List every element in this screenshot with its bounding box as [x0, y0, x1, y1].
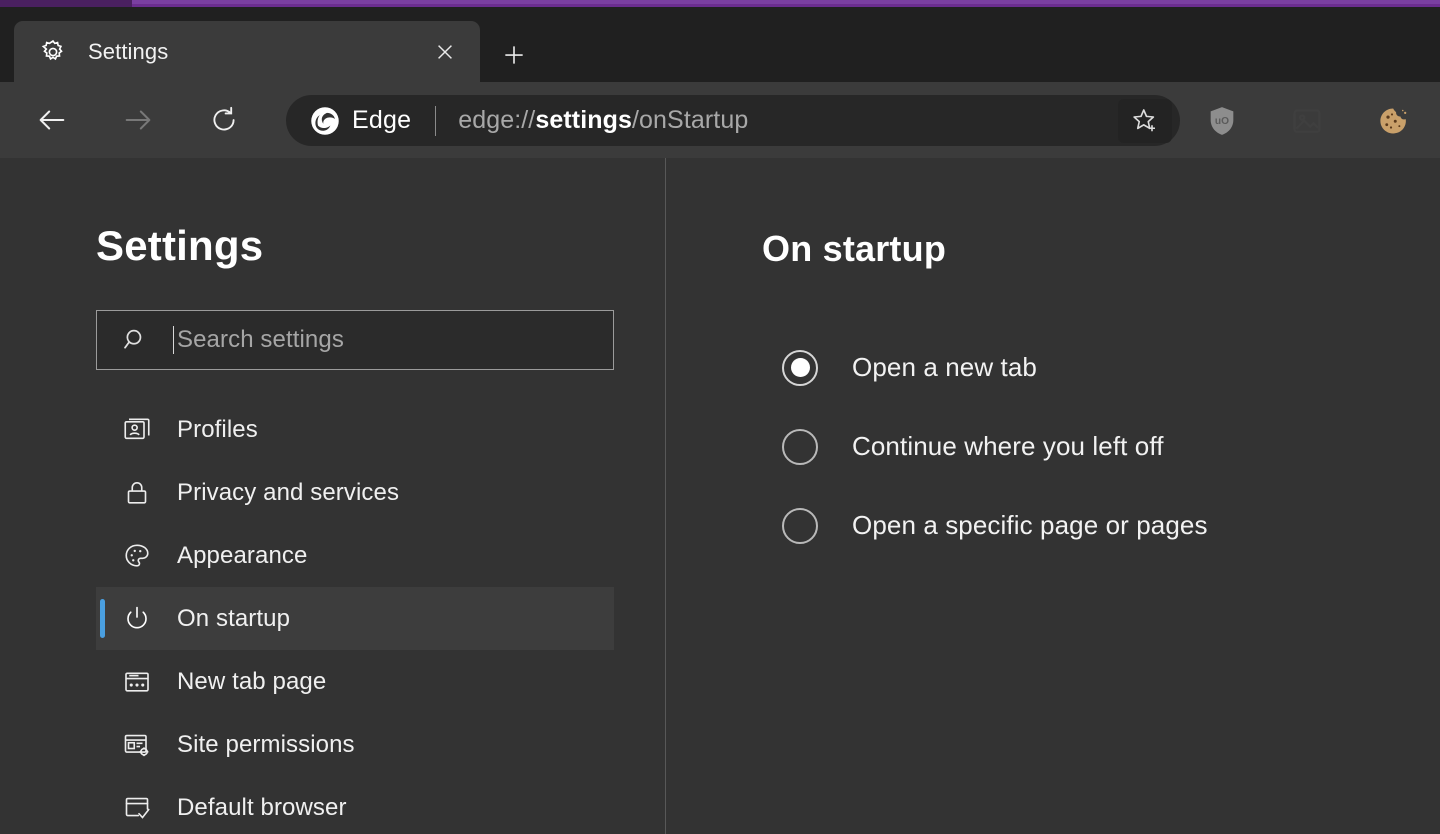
text-caret [173, 326, 174, 354]
new-tab-page-icon [120, 665, 154, 699]
settings-main-panel: On startup Open a new tab Continue where… [666, 158, 1440, 834]
sidebar-item-label: Profiles [177, 416, 258, 444]
sidebar-item-label: Privacy and services [177, 479, 399, 507]
url-suffix: /onStartup [632, 106, 748, 134]
close-icon[interactable] [428, 35, 462, 69]
active-indicator [100, 599, 105, 638]
power-icon [120, 602, 154, 636]
sidebar-item-label: Default browser [177, 794, 347, 822]
tab-strip: Settings [0, 7, 1440, 82]
section-title: On startup [762, 228, 946, 270]
address-bar-url[interactable]: edge://settings/onStartup [458, 106, 1112, 135]
default-browser-icon [120, 791, 154, 825]
window-accent-border [0, 0, 1440, 7]
search-settings-input[interactable]: Search settings [96, 310, 614, 370]
tab-title: Settings [88, 39, 428, 65]
favorites-star-icon[interactable] [1118, 99, 1172, 143]
edge-logo-icon [310, 106, 340, 136]
edge-browser-window: Settings [0, 0, 1440, 834]
sidebar-item-default-browser[interactable]: Default browser [96, 776, 614, 834]
window-accent-dark-segment [0, 0, 132, 7]
page-title: Settings [96, 222, 263, 270]
new-tab-button[interactable] [494, 35, 534, 75]
radio-open-a-new-tab[interactable]: Open a new tab [782, 328, 1432, 407]
search-icon [121, 325, 151, 355]
tab-settings[interactable]: Settings [14, 21, 480, 82]
sidebar-item-label: Site permissions [177, 731, 355, 759]
svg-text:uO: uO [1215, 116, 1229, 127]
radio-indicator [782, 508, 818, 544]
sidebar-item-appearance[interactable]: Appearance [96, 524, 614, 587]
radio-indicator [782, 350, 818, 386]
radio-open-a-specific-page-or-pages[interactable]: Open a specific page or pages [782, 486, 1432, 565]
radio-indicator [782, 429, 818, 465]
extensions-area: uO [1196, 95, 1434, 147]
sidebar-item-label: Appearance [177, 542, 307, 570]
radio-continue-where-you-left-off[interactable]: Continue where you left off [782, 407, 1432, 486]
radio-label: Continue where you left off [852, 431, 1164, 462]
sidebar-item-on-startup[interactable]: On startup [96, 587, 614, 650]
back-button[interactable] [25, 93, 79, 147]
startup-options-group: Open a new tab Continue where you left o… [782, 328, 1432, 565]
forward-button[interactable] [111, 93, 165, 147]
sidebar-item-privacy-and-services[interactable]: Privacy and services [96, 461, 614, 524]
ublock-origin-icon[interactable]: uO [1196, 95, 1248, 147]
gear-icon [38, 37, 68, 67]
search-placeholder: Search settings [177, 326, 344, 354]
window-accent-inner [0, 0, 1440, 4]
sidebar-item-profiles[interactable]: Profiles [96, 398, 614, 461]
url-emphasis: settings [535, 106, 632, 134]
address-bar[interactable]: Edge edge://settings/onStartup [286, 95, 1180, 146]
sidebar-item-new-tab-page[interactable]: New tab page [96, 650, 614, 713]
image-placeholder-icon[interactable] [1281, 95, 1333, 147]
cookie-extension-icon[interactable] [1366, 95, 1418, 147]
palette-icon [120, 539, 154, 573]
omnibox-separator [435, 106, 436, 136]
contact-card-icon [120, 413, 154, 447]
settings-sidebar: Settings Search settings [0, 158, 665, 834]
sidebar-item-label: New tab page [177, 668, 326, 696]
lock-icon [120, 476, 154, 510]
radio-label: Open a new tab [852, 352, 1037, 383]
radio-label: Open a specific page or pages [852, 510, 1208, 541]
site-permissions-icon [120, 728, 154, 762]
edge-brand: Edge [310, 106, 411, 136]
reload-icon[interactable] [197, 93, 251, 147]
edge-brand-label: Edge [352, 106, 411, 135]
settings-page: Settings Search settings [0, 158, 1440, 834]
settings-nav-list: Profiles Privacy and services [0, 398, 665, 834]
url-prefix: edge:// [458, 106, 535, 134]
sidebar-item-label: On startup [177, 605, 290, 633]
sidebar-item-site-permissions[interactable]: Site permissions [96, 713, 614, 776]
